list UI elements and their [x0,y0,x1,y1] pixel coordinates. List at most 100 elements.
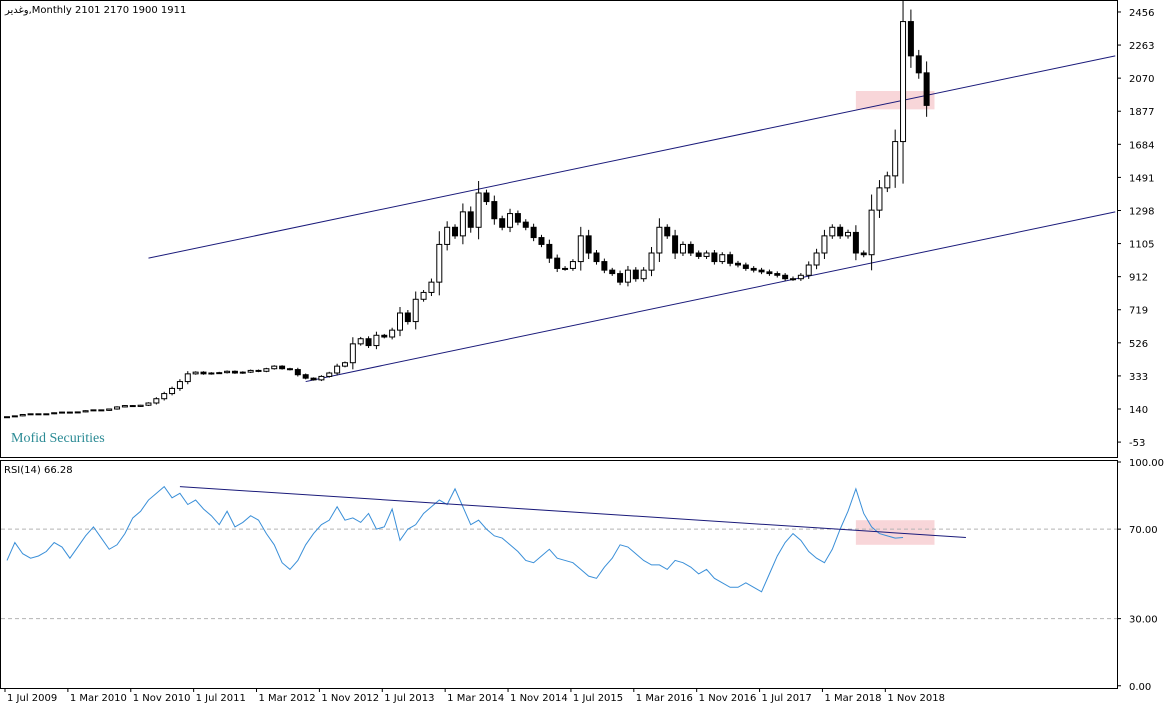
candle [428,278,435,297]
candle-body [129,405,136,408]
candle [176,379,183,391]
candle [310,377,317,381]
time-tick-label: 1 Mar 2018 [824,693,881,704]
candle [27,413,34,416]
candle-body [860,252,867,256]
candle [263,367,270,373]
candle-body [664,226,671,237]
candle [404,310,411,325]
candle-body [373,334,380,347]
candle [884,171,891,193]
candle [837,224,844,239]
rsi-tick-label: 0.00 [1129,682,1151,693]
candle-body [845,231,852,237]
chart-svg: 2456 2263 2070 1877 1684 1491 1298 1105 912 719 52… [0,0,1164,704]
candle-body [389,329,396,338]
time-tick-label: 1 Jul 2015 [573,693,623,704]
candle-body [609,269,616,275]
candle-body [617,273,624,283]
candle-body [326,372,333,377]
candle [546,239,553,263]
candle [829,224,836,239]
rsi-axis: 100.00 70.00 30.00 0.00 [1117,458,1164,693]
candle [255,369,262,373]
candle-body [742,264,749,269]
candle [845,229,852,239]
candle-body [695,252,702,257]
candle [522,219,529,231]
candle [538,234,545,248]
watermark: Mofid Securities [11,431,105,446]
candle [294,367,301,377]
candle-body [892,141,899,177]
candle [247,369,254,374]
candle-body [554,257,561,269]
candle [4,416,10,419]
candle [554,254,561,273]
candle-body [624,269,631,283]
candle-body [263,368,270,372]
candle [711,250,718,265]
candle [43,413,50,416]
time-tick-label: 1 Mar 2010 [70,693,127,704]
time-tick-label: 1 Nov 2012 [321,693,379,704]
candle [868,194,875,271]
candle-body [341,362,348,367]
candle-body [876,187,883,211]
candle [483,189,490,205]
price-tick-label: 526 [1129,339,1148,350]
candle-body [51,412,58,415]
candle [334,363,341,376]
candle-body [758,269,765,273]
candle-body [915,55,922,74]
candle [609,267,616,276]
resistance-highlight-zone [855,91,935,110]
candle [900,0,907,184]
rsi-pane-border [0,460,1118,689]
candle-body [184,373,191,383]
price-tick-label: 2456 [1129,8,1154,19]
rsi-label: RSI(14) 66.28 [4,465,73,476]
candle [530,223,537,242]
candle [852,225,859,261]
candle [66,411,73,414]
candle-body [852,231,859,254]
candle [129,405,136,408]
candle-body [27,413,34,416]
candle-body [200,371,207,375]
candle-body [923,72,930,106]
candle-body [774,273,781,276]
candle [695,250,702,259]
candle [381,333,388,339]
candle [459,203,466,245]
candle [585,229,592,259]
candle [491,195,498,225]
candle-body [734,262,741,266]
candle [907,9,914,68]
time-tick-label: 1 Jul 2011 [196,693,246,704]
candle-body [43,413,50,416]
candle [601,258,608,274]
candle [750,266,757,273]
candle-body [35,413,42,416]
candle-body [397,312,403,331]
candle [640,267,647,282]
candle-body [145,402,152,406]
candle [397,307,403,337]
candle [161,391,168,401]
candle [192,371,199,375]
time-tick-label: 1 Mar 2016 [636,693,693,704]
candle-body [514,213,521,223]
time-tick-label: 1 Nov 2018 [887,693,945,704]
candle-body [648,252,655,271]
candle-body [884,175,891,189]
candle [664,224,671,239]
price-tick-label: 2263 [1129,41,1154,52]
candle [224,370,231,374]
candle-body [428,281,435,293]
candle-body [569,261,576,269]
candle-body [334,365,341,374]
price-tick-label: 333 [1129,372,1148,383]
rsi-line [6,485,904,593]
candle [412,291,419,330]
